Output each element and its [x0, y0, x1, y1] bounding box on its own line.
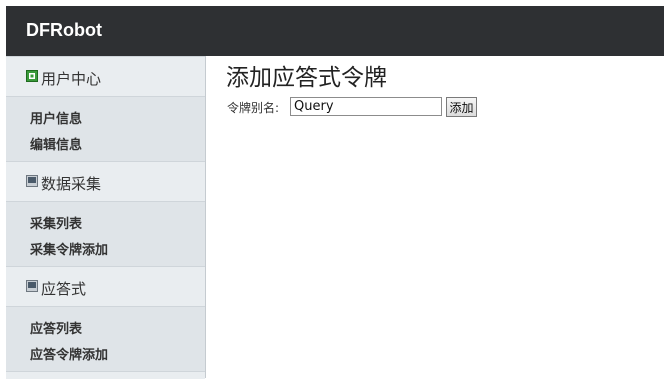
sidebar-section-user-center[interactable]: 用户中心 — [6, 56, 205, 97]
sidebar-item-collection-token-add[interactable]: 采集令牌添加 — [30, 239, 108, 258]
sidebar-section-data-collection[interactable]: 数据采集 — [6, 161, 205, 202]
sidebar-section-title: 应答式 — [41, 280, 87, 298]
sidebar-section-title: 用户中心 — [41, 70, 102, 88]
brand-logo[interactable]: DFRobot — [26, 20, 102, 41]
add-button[interactable]: 添加 — [446, 97, 477, 117]
sidebar-item-response-token-add[interactable]: 应答令牌添加 — [30, 344, 108, 363]
sidebar-item-user-info[interactable]: 用户信息 — [30, 108, 82, 127]
token-alias-input[interactable] — [290, 97, 442, 116]
sidebar-section-title: 数据采集 — [41, 175, 102, 193]
page-title: 添加应答式令牌 — [226, 65, 387, 91]
user-center-icon — [26, 70, 38, 82]
sidebar-item-response-list[interactable]: 应答列表 — [30, 318, 82, 337]
monitor-icon — [26, 280, 38, 292]
token-alias-label: 令牌别名: — [227, 101, 280, 115]
sidebar-item-collection-list[interactable]: 采集列表 — [30, 213, 82, 232]
top-navbar: DFRobot — [6, 6, 664, 56]
monitor-icon — [26, 175, 38, 187]
sidebar-item-edit-info[interactable]: 编辑信息 — [30, 134, 82, 153]
sidebar-section-response[interactable]: 应答式 — [6, 266, 205, 307]
sidebar: 用户中心 用户信息 编辑信息 数据采集 采集列表 采集令牌添加 应答式 应答列表… — [6, 56, 206, 379]
